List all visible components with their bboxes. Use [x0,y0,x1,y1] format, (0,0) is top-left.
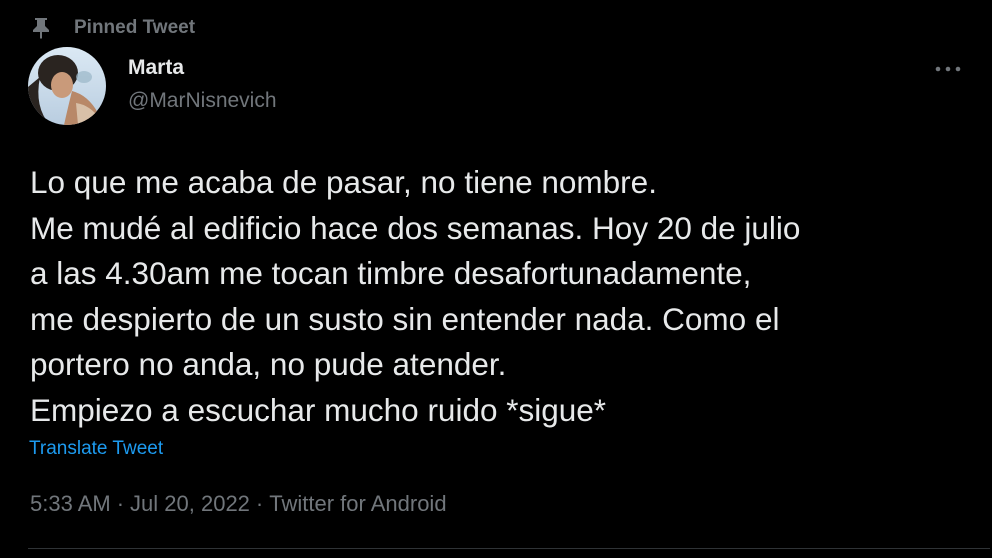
meta-separator: · [116,491,125,516]
translate-tweet-link[interactable]: Translate Tweet [29,438,163,460]
tweet-text-line: a las 4.30am me tocan timbre desafortuna… [30,255,752,292]
tweet-text-line: Empiezo a escuchar mucho ruido *sigue* [30,391,607,428]
tweet-text-line: portero no anda, no pude atender. [30,346,507,383]
tweet-meta: 5:33 AM · Jul 20, 2022 · Twitter for Android [30,491,447,517]
tweet-time[interactable]: 5:33 AM [30,491,111,516]
pinned-label: Pinned Tweet [74,17,196,38]
pin-icon [32,17,50,39]
tweet-text-line: Lo que me acaba de pasar, no tiene nombr… [30,164,657,200]
more-horizontal-icon [935,59,961,77]
avatar[interactable] [28,47,106,125]
tweet-card[interactable]: Pinned Tweet Marta @MarNisnevich Lo que … [0,0,992,558]
tweet-source[interactable]: Twitter for Android [269,491,446,516]
tweet-text: Lo que me acaba de pasar, no tiene nombr… [30,160,975,434]
more-options-button[interactable] [928,56,968,80]
author-name[interactable]: Marta [128,56,184,80]
divider [28,548,990,549]
tweet-date[interactable]: Jul 20, 2022 [130,491,250,516]
tweet-text-line: me despierto de un susto sin entender na… [30,300,780,337]
author-handle[interactable]: @MarNisnevich [128,89,277,113]
tweet-text-line: Me mudé al edificio hace dos semanas. Ho… [30,209,801,246]
meta-separator: · [255,491,264,516]
pinned-indicator: Pinned Tweet [32,14,195,42]
